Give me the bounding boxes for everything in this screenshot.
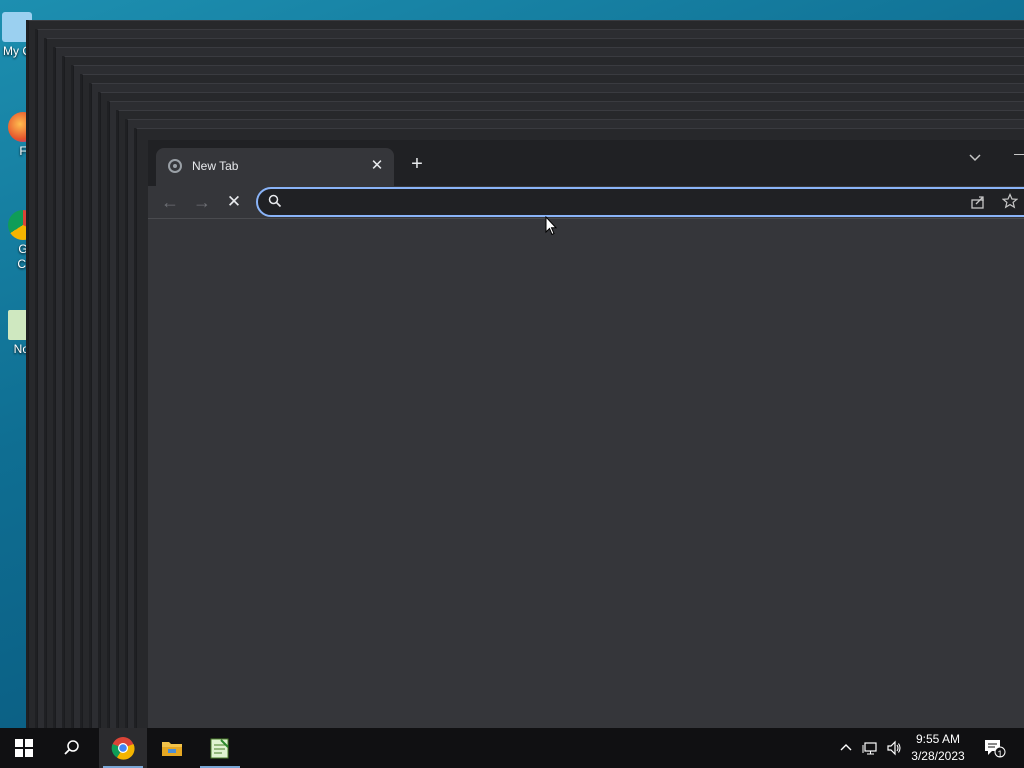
desktop: My C F G Cl Not New Tab ✕ + ← → ✕ [0, 0, 1024, 728]
notification-count-badge: 1 [997, 749, 1003, 759]
taskbar-clock[interactable]: 9:55 AM 3/28/2023 [906, 731, 970, 765]
taskbar-notepad-button[interactable] [196, 728, 244, 768]
tab-new-tab[interactable]: New Tab ✕ [156, 148, 394, 186]
action-center-button[interactable]: 1 [984, 738, 1006, 759]
taskbar: 9:55 AM 3/28/2023 1 [0, 728, 1024, 768]
search-icon [268, 194, 282, 208]
stop-loading-button[interactable]: ✕ [222, 190, 246, 214]
search-icon [64, 740, 79, 755]
chrome-window: New Tab ✕ + ← → ✕ [148, 140, 1024, 728]
windows-start-icon [15, 739, 33, 757]
notepad-icon [210, 738, 229, 759]
share-icon[interactable] [970, 194, 986, 210]
tab-strip: New Tab ✕ + [148, 140, 1024, 186]
folder-icon [162, 742, 182, 756]
start-button[interactable] [0, 728, 48, 768]
taskbar-chrome-button[interactable] [99, 728, 147, 768]
omnibox[interactable] [256, 187, 1024, 217]
mouse-cursor-icon [545, 216, 557, 236]
show-hidden-icons-chevron-icon[interactable] [838, 740, 854, 756]
volume-icon[interactable] [886, 740, 902, 756]
address-bar-input[interactable] [292, 192, 936, 214]
new-tab-button[interactable]: + [406, 153, 428, 175]
minimize-button[interactable] [1014, 154, 1024, 155]
network-icon[interactable] [862, 740, 878, 756]
bookmark-star-icon[interactable] [1002, 193, 1018, 209]
page-content[interactable] [148, 219, 1024, 728]
taskbar-file-explorer-button[interactable] [148, 728, 196, 768]
clock-date: 3/28/2023 [911, 749, 965, 763]
close-icon[interactable]: ✕ [368, 157, 386, 175]
desktop-icon-label: F [19, 144, 27, 158]
chevron-down-icon[interactable] [966, 149, 984, 167]
chrome-newtab-icon [168, 159, 182, 173]
desktop-icon-label: G Cl [17, 242, 29, 271]
toolbar: ← → ✕ [148, 186, 1024, 219]
back-button[interactable]: ← [158, 190, 182, 214]
chrome-icon [111, 737, 135, 760]
taskbar-search-button[interactable] [48, 728, 96, 768]
clock-time: 9:55 AM [915, 732, 961, 746]
tab-title: New Tab [192, 159, 239, 173]
forward-button[interactable]: → [190, 190, 214, 214]
desktop-icon-label: My C [3, 44, 31, 58]
